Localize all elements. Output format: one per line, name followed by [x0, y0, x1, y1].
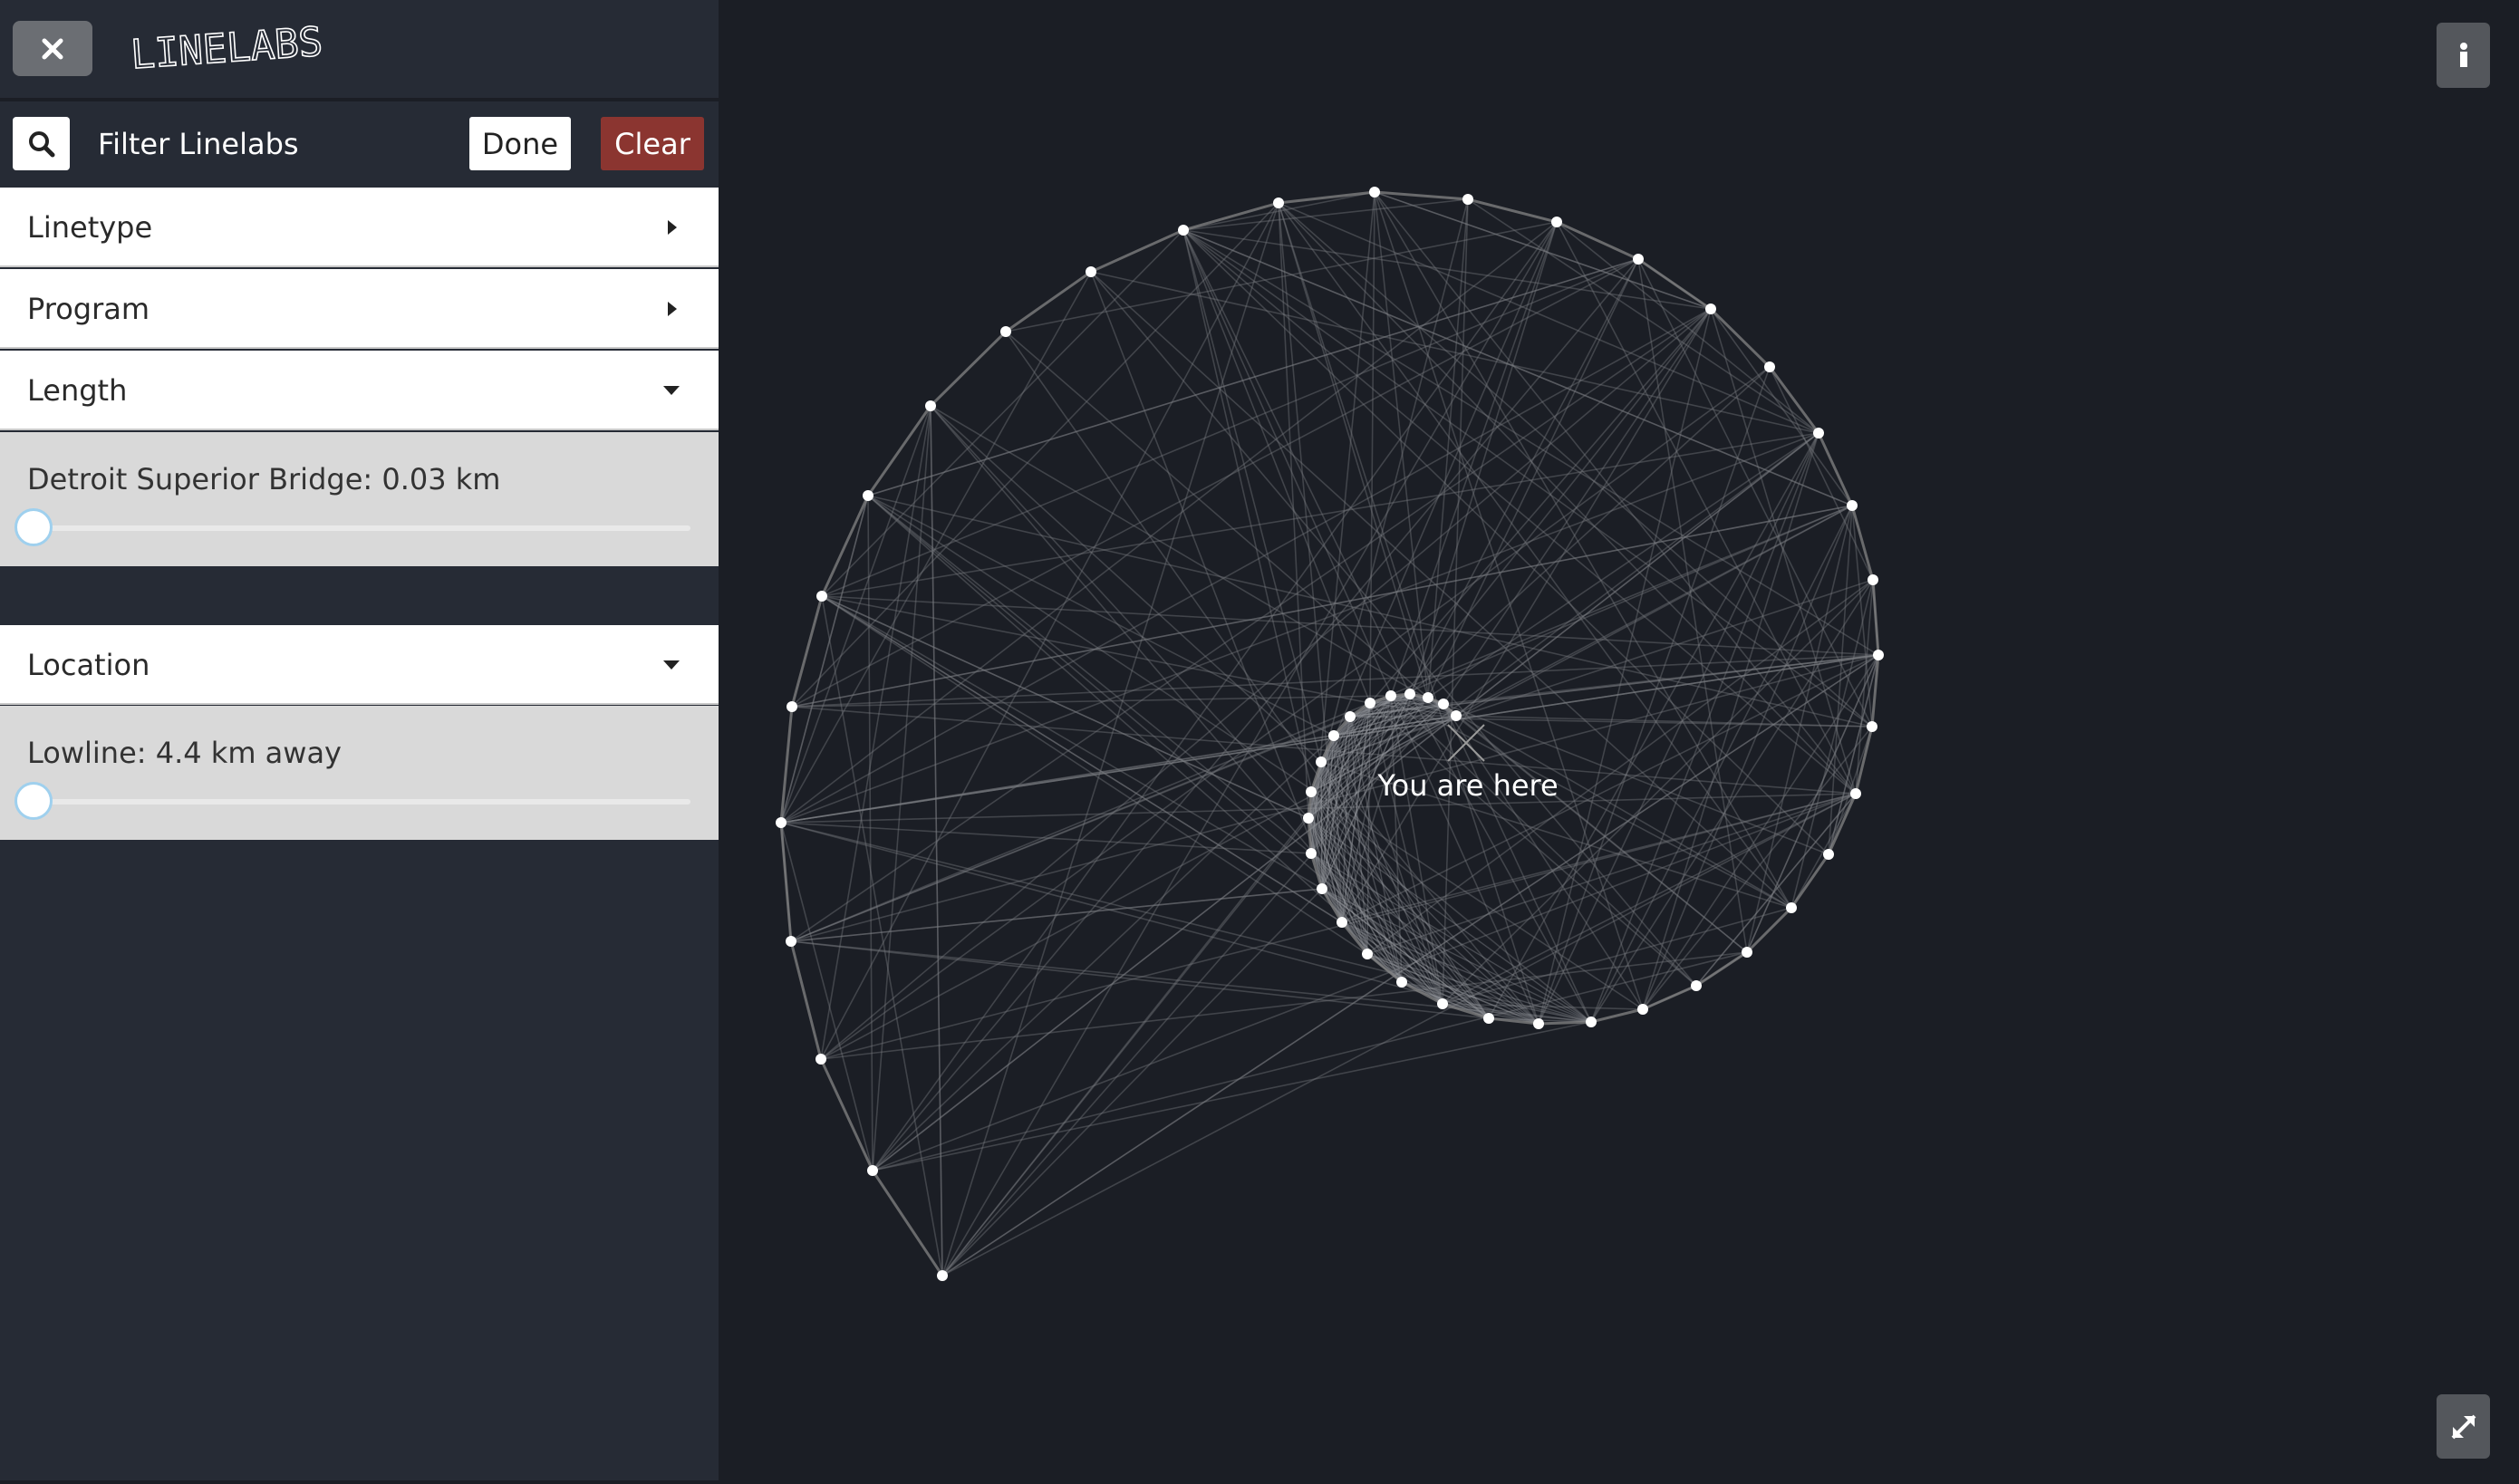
network-node[interactable]: [776, 817, 787, 828]
network-node[interactable]: [787, 701, 797, 712]
network-node[interactable]: [1786, 902, 1797, 913]
network-node[interactable]: [1483, 1013, 1494, 1024]
line-network-graph[interactable]: [719, 0, 2519, 1480]
accordion-label: Linetype: [27, 210, 153, 245]
length-slider-thumb[interactable]: [14, 508, 53, 546]
network-node[interactable]: [1303, 813, 1314, 824]
map-canvas[interactable]: [719, 0, 2519, 1480]
accordion-label: Length: [27, 373, 128, 408]
location-slider-track[interactable]: [34, 799, 690, 805]
network-node[interactable]: [816, 1054, 826, 1065]
network-node[interactable]: [1868, 574, 1878, 585]
network-node[interactable]: [1451, 710, 1462, 721]
network-node[interactable]: [1586, 1017, 1597, 1027]
network-node[interactable]: [1423, 692, 1433, 703]
network-node[interactable]: [937, 1270, 948, 1281]
network-node[interactable]: [1317, 883, 1327, 894]
network-node[interactable]: [1637, 1004, 1648, 1015]
network-node[interactable]: [1533, 1018, 1544, 1029]
network-node[interactable]: [1000, 326, 1011, 337]
network-node[interactable]: [1850, 788, 1861, 799]
accordion-label: Location: [27, 648, 150, 682]
network-node[interactable]: [1273, 198, 1284, 208]
network-node[interactable]: [1345, 711, 1356, 722]
search-button[interactable]: [13, 117, 70, 170]
network-node[interactable]: [1306, 848, 1317, 859]
length-slider-label: Detroit Superior Bridge: 0.03 km: [27, 462, 501, 496]
top-bar: LINELABS: [0, 0, 719, 101]
linelabs-logo: LINELABS: [129, 18, 324, 72]
network-node[interactable]: [863, 490, 873, 501]
network-node[interactable]: [1086, 266, 1096, 277]
network-node[interactable]: [1404, 689, 1415, 699]
network-node[interactable]: [1764, 361, 1775, 372]
accordion-program[interactable]: Program: [0, 269, 719, 349]
location-slider-label: Lowline: 4.4 km away: [27, 736, 342, 770]
network-node[interactable]: [1813, 428, 1824, 438]
network-node[interactable]: [1551, 217, 1562, 227]
network-node[interactable]: [1337, 917, 1347, 928]
network-node[interactable]: [1823, 849, 1834, 860]
location-slider-thumb[interactable]: [14, 782, 53, 820]
length-slider-track[interactable]: [34, 525, 690, 531]
network-node[interactable]: [1691, 980, 1702, 991]
caret-down-icon: [663, 660, 680, 670]
filter-bar: Filter Linelabs Done Clear: [0, 105, 719, 187]
expand-button[interactable]: [2437, 1394, 2490, 1459]
network-node[interactable]: [1438, 699, 1449, 709]
network-node[interactable]: [1873, 650, 1884, 660]
network-node[interactable]: [1867, 721, 1877, 732]
network-node[interactable]: [1369, 187, 1380, 198]
caret-right-icon: [668, 302, 677, 316]
network-node[interactable]: [1306, 786, 1317, 797]
network-node[interactable]: [925, 400, 936, 411]
you-are-here-label: You are here: [1377, 768, 1559, 803]
network-node[interactable]: [1365, 698, 1375, 708]
network-node[interactable]: [1396, 977, 1407, 988]
search-icon: [28, 130, 54, 157]
length-panel: Detroit Superior Bridge: 0.03 km: [0, 432, 719, 566]
network-node[interactable]: [1847, 500, 1858, 511]
accordion-label: Program: [27, 292, 150, 326]
expand-icon: [2451, 1414, 2476, 1439]
caret-down-icon: [663, 386, 680, 395]
network-node[interactable]: [1633, 254, 1644, 265]
network-node[interactable]: [1742, 947, 1752, 958]
location-panel: Lowline: 4.4 km away: [0, 706, 719, 840]
network-node[interactable]: [1328, 730, 1339, 741]
close-icon: [42, 38, 63, 59]
close-button[interactable]: [13, 21, 92, 76]
info-icon: [2459, 43, 2467, 67]
accordion-linetype[interactable]: Linetype: [0, 188, 719, 267]
logo-text: LINELABS: [130, 19, 324, 72]
done-button[interactable]: Done: [469, 117, 571, 170]
network-node[interactable]: [1462, 194, 1473, 205]
accordion-length[interactable]: Length: [0, 351, 719, 430]
accordion-location[interactable]: Location: [0, 625, 719, 705]
network-node[interactable]: [1385, 690, 1396, 701]
network-node[interactable]: [1178, 225, 1189, 236]
network-node[interactable]: [1362, 949, 1373, 959]
network-node[interactable]: [1705, 304, 1716, 314]
network-node[interactable]: [867, 1165, 878, 1176]
info-button[interactable]: [2437, 23, 2490, 88]
caret-right-icon: [668, 220, 677, 235]
clear-button[interactable]: Clear: [601, 117, 704, 170]
network-node[interactable]: [1437, 998, 1448, 1009]
network-node[interactable]: [786, 936, 796, 947]
network-node[interactable]: [816, 591, 827, 602]
filter-title: Filter Linelabs: [98, 127, 299, 161]
network-node[interactable]: [1316, 756, 1327, 767]
